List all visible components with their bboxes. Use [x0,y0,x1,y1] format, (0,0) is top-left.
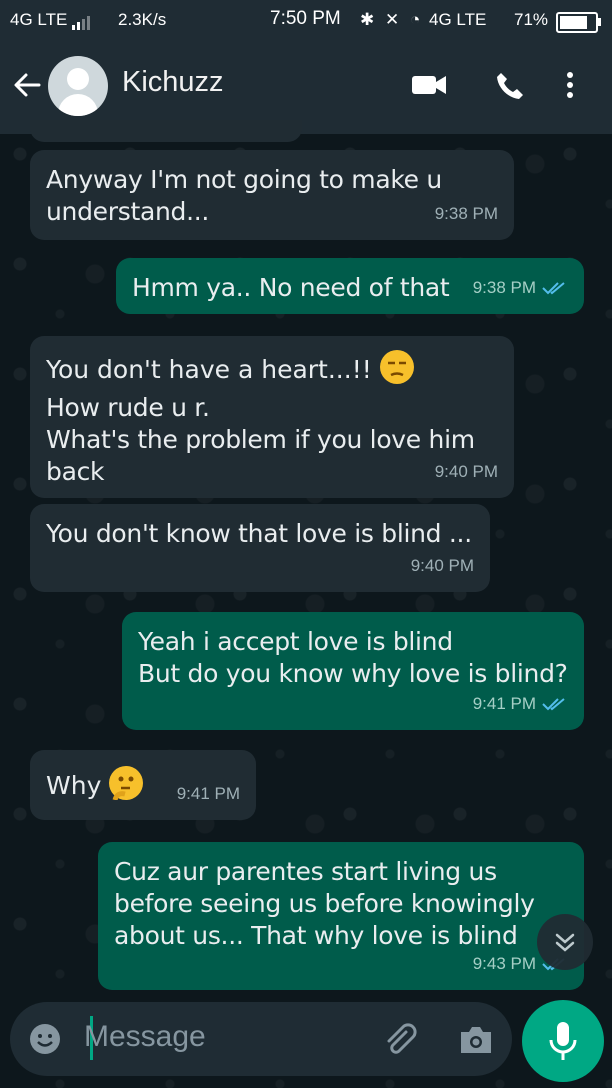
battery-icon [556,12,601,33]
message-time: 9:43 PM [472,954,536,973]
status-icons: ✱ ✕ ◔ 4G LTE [360,10,486,30]
message-composer: Message [10,1002,512,1076]
message-text: Anyway I'm not going to make u understan… [46,165,442,226]
attach-icon[interactable] [382,1022,418,1058]
alarm-icon: ◔ [409,10,421,29]
network-indicator: 4G LTE [10,10,92,30]
read-receipt-icon [542,698,565,711]
message-outgoing[interactable]: Hmm ya.. No need of that 9:38 PM [116,258,584,314]
message-time: 9:38 PM [472,278,536,297]
message-time: 9:41 PM [472,694,536,713]
scroll-to-bottom-button[interactable] [537,914,593,970]
mic-button[interactable] [522,1000,604,1082]
bluetooth-icon: ✱ [360,10,375,29]
double-chevron-down-icon [555,933,575,952]
emoji-icon[interactable] [28,1022,62,1056]
thinking-face-icon [109,766,144,801]
network-label-right: 4G LTE [428,10,487,29]
contact-name[interactable]: Kichuzz [122,66,224,99]
message-incoming[interactable]: Why 9:41 PM [30,750,256,820]
status-time: 7:50 PM [270,8,341,29]
network-speed: 2.3K/s [118,10,167,29]
message-outgoing[interactable]: Yeah i accept love is blind But do you k… [122,612,584,730]
message-meta: 9:38 PM [473,272,568,304]
mic-icon [549,1022,577,1060]
camera-icon[interactable] [458,1024,494,1056]
message-incoming[interactable]: You don't know that love is blind ... 9:… [30,504,490,592]
message-time: 9:41 PM [176,784,240,803]
message-meta: 9:41 PM [473,688,568,720]
previous-message-edge [30,120,302,142]
signal-icon [72,10,92,30]
message-input[interactable]: Message [84,1020,206,1054]
network-label: 4G LTE [10,10,68,29]
message-incoming[interactable]: Anyway I'm not going to make u understan… [30,150,514,240]
message-line: You don't have a heart...!! [46,350,498,386]
mute-icon: ✕ [384,10,400,29]
message-incoming[interactable]: You don't have a heart...!! How rude u r… [30,336,514,498]
status-bar: 4G LTE 2.3K/s 7:50 PM ✱ ✕ ◔ 4G LTE 71% [0,0,612,44]
voice-call-icon[interactable] [494,70,526,102]
message-time: 9:40 PM [434,462,498,481]
back-arrow-icon[interactable] [12,70,42,100]
message-text: Yeah i accept love is blind But do you k… [138,627,568,688]
message-text: Why [46,771,110,800]
message-time: 9:40 PM [410,556,474,575]
message-time: 9:38 PM [434,204,498,223]
message-text: You don't have a heart...!! [46,355,380,384]
avatar[interactable] [48,56,108,116]
message-text-continued: How rude u r. What's the problem if you … [46,393,475,486]
unamused-face-icon [379,350,414,384]
battery-percent: 71% [514,10,549,29]
more-options-icon[interactable] [562,70,578,102]
message-outgoing[interactable]: Cuz aur parentes start living us before … [98,842,584,990]
video-call-icon[interactable] [410,70,448,100]
message-text: Cuz aur parentes start living us before … [114,857,535,950]
message-text: You don't know that love is blind ... [46,519,472,548]
read-receipt-icon [542,282,565,295]
